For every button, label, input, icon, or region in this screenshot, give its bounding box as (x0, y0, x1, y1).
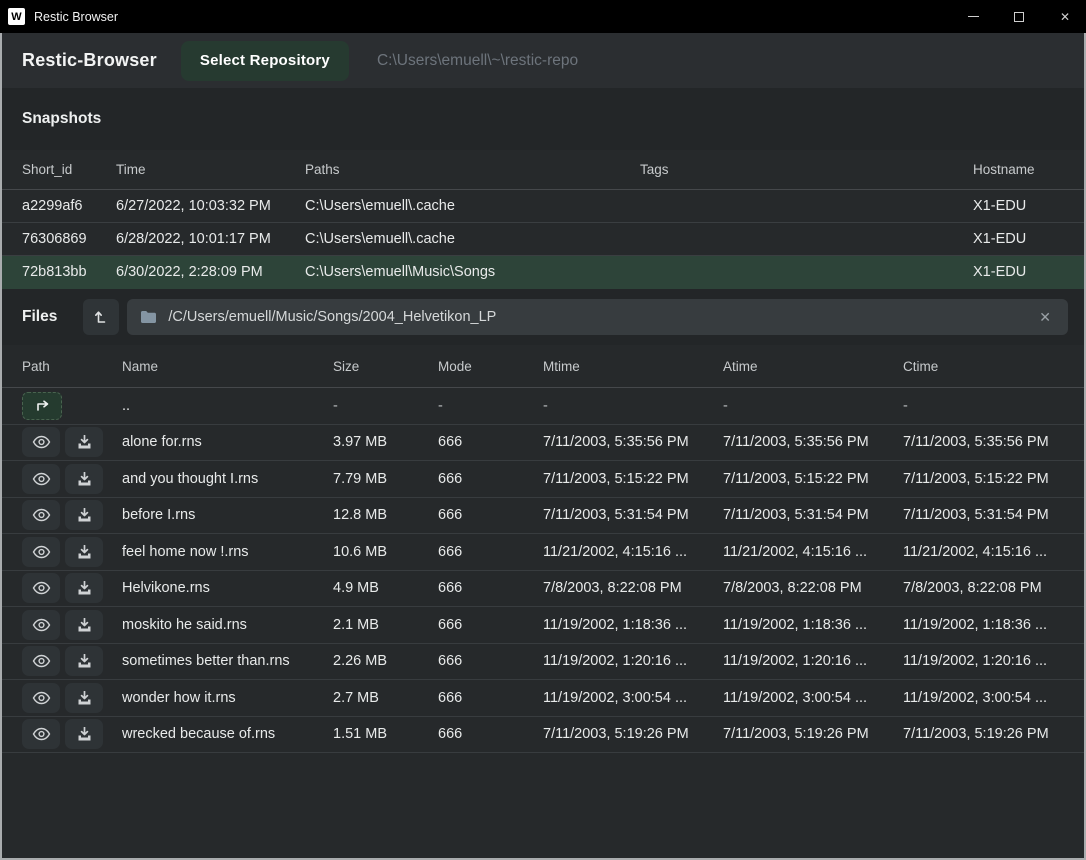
window-title: Restic Browser (34, 10, 118, 24)
close-button[interactable]: ✕ (1042, 0, 1086, 33)
minimize-button[interactable] (950, 0, 996, 33)
app-icon: W (8, 8, 25, 25)
title-bar: W Restic Browser ✕ (0, 0, 1086, 33)
window-frame (0, 0, 1086, 860)
maximize-button[interactable] (996, 0, 1042, 33)
close-icon: ✕ (1060, 11, 1070, 23)
minimize-icon (968, 16, 979, 17)
maximize-icon (1014, 12, 1024, 22)
